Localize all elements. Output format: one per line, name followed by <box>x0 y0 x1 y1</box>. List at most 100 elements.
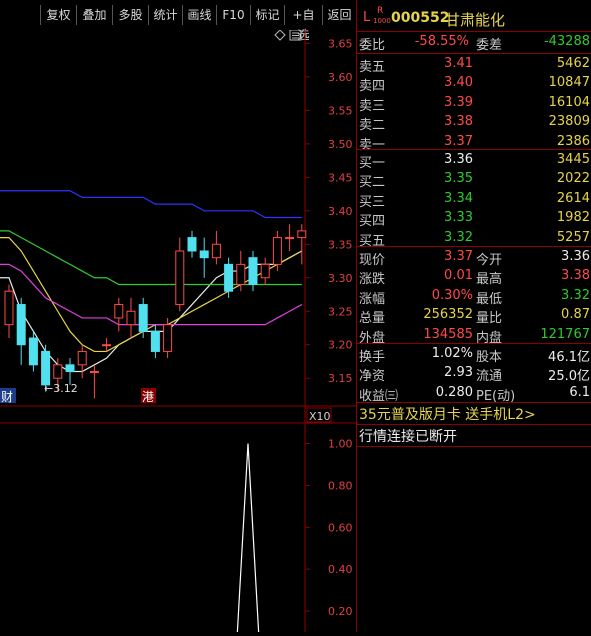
kline-chart[interactable]: 3.65 3.60 3.55 3.50 3.45 3.40 3.35 3.30 3.25 3.20… <box>0 29 357 636</box>
candle <box>150 324 160 359</box>
candle <box>272 230 282 272</box>
price-tick-label: 3.30 <box>328 272 353 285</box>
candle-body <box>236 263 246 285</box>
candle <box>138 297 148 339</box>
diamond-icon[interactable] <box>274 29 286 41</box>
candle-body <box>150 330 160 352</box>
quote-value: 121767 <box>540 326 590 342</box>
price-tick-label: 3.40 <box>328 205 353 218</box>
menu-icon[interactable] <box>289 29 302 41</box>
promo-banner[interactable]: 35元普及版月卡 送手机L2> <box>357 403 591 423</box>
bid-volume: 1982 <box>556 210 590 226</box>
order-diff-label: 委差 <box>476 38 503 53</box>
candle <box>236 250 246 292</box>
candle <box>126 297 136 339</box>
price-tick-label: 3.15 <box>328 372 353 385</box>
ask-label: 卖四 <box>359 79 386 95</box>
price-tick-label: 3.55 <box>328 104 353 117</box>
quote-value: 3.36 <box>561 249 590 264</box>
kline-chart-area[interactable]: 3.65 3.60 3.55 3.50 3.45 3.40 3.35 3.30 3.25 3.20… <box>0 29 357 636</box>
price-axis: 3.65 3.60 3.55 3.50 3.45 3.40 3.35 3.30 3.25 3.20… <box>305 37 353 385</box>
candle <box>211 230 221 265</box>
toolbar-button-mark[interactable]: 标记 <box>250 5 284 25</box>
candle <box>65 358 75 385</box>
toolbar-button-back[interactable]: 返回 <box>322 5 356 25</box>
toolbar-button-overlay[interactable]: 叠加 <box>76 5 112 25</box>
indicator-tick-label: 0.20 <box>328 605 353 618</box>
ask-volume: 5462 <box>556 56 590 71</box>
candle-body <box>65 364 75 373</box>
quote-label: 最低 <box>476 291 503 307</box>
ask-label: 卖五 <box>359 60 386 75</box>
ask-row[interactable]: 卖四 3.40 10847 <box>357 73 591 95</box>
candle <box>16 297 26 365</box>
candle-body <box>248 257 258 285</box>
candle-body <box>163 324 173 352</box>
candle-body <box>41 350 51 386</box>
bid-volume: 3445 <box>556 152 590 167</box>
candle-body <box>199 250 209 259</box>
fund-label: 净资 <box>359 369 386 385</box>
quote-label: 量比 <box>476 311 503 327</box>
indicator-tick-label: 0.60 <box>328 521 353 534</box>
chart-toolbar: 复权 叠加 多股 统计 画线 F10 标记 +自选 返回 <box>0 0 357 42</box>
bid-volume: 2022 <box>556 171 590 187</box>
stock-prefix-r: R <box>377 6 384 16</box>
stock-name: 甘肃能化 <box>445 11 506 29</box>
quote-value: 0.01 <box>444 268 473 284</box>
ask-label: 卖二 <box>359 118 386 134</box>
ma-line-blue <box>0 190 302 219</box>
toolbar-button-multi-stock[interactable]: 多股 <box>112 5 148 25</box>
fund-label: 换手 <box>359 350 386 365</box>
bid-price: 3.35 <box>444 171 473 187</box>
candle-body <box>77 350 87 366</box>
candle <box>163 317 173 359</box>
bid-row[interactable]: 买四 3.33 1982 <box>357 208 591 229</box>
candle-body <box>16 304 26 346</box>
candle <box>260 257 270 285</box>
fin-tag[interactable]: 财 <box>1 390 13 404</box>
ask-volume: 2386 <box>556 133 590 149</box>
candle-body <box>138 304 148 332</box>
quote-value: 0.30% <box>431 287 473 303</box>
ask-row[interactable]: 卖二 3.38 23809 <box>357 112 591 134</box>
candle-body <box>297 230 307 239</box>
candle <box>199 237 209 278</box>
price-tick-label: 3.45 <box>328 171 353 184</box>
toolbar-button-draw-line[interactable]: 画线 <box>182 5 216 25</box>
ask-price: 3.40 <box>444 75 473 91</box>
indicator-panel: 1.00 0.80 0.60 0.40 0.20 <box>236 437 353 636</box>
zoom-label[interactable]: X10 <box>309 410 331 423</box>
quote-value: 134585 <box>423 326 473 342</box>
toolbar-button-f10[interactable]: F10 <box>216 5 250 25</box>
bid-price: 3.34 <box>444 190 473 206</box>
fund-value: 46.1亿 <box>548 350 590 365</box>
stock-code: 000552 <box>391 10 450 26</box>
bid-label: 买二 <box>359 175 386 191</box>
bid-row[interactable]: 买一 3.36 3445 <box>357 150 591 171</box>
indicator-line <box>236 443 260 636</box>
bid-row[interactable]: 买三 3.34 2614 <box>357 189 591 210</box>
ask-label: 卖三 <box>359 98 386 114</box>
ask-row[interactable]: 卖五 3.41 5462 <box>357 54 591 75</box>
toolbar-button-statistics[interactable]: 统计 <box>148 5 182 25</box>
gang-tag[interactable]: 港 <box>142 390 154 404</box>
bid-row[interactable]: 买五 3.32 5257 <box>357 228 591 249</box>
quote-row: 总量 256352 量比 0.87 <box>357 305 591 327</box>
candle <box>224 257 234 298</box>
toolbar-button-restore-rights[interactable]: 复权 <box>40 5 76 25</box>
candle-body <box>224 263 234 292</box>
bid-label: 买三 <box>359 194 386 210</box>
ask-price: 3.41 <box>444 56 473 71</box>
stock-header: L R 1000 000552 甘肃能化 <box>357 6 591 31</box>
fund-label: 股本 <box>476 350 503 365</box>
divider <box>357 446 591 447</box>
toolbar-button-add-watchlist[interactable]: +自选 <box>284 5 322 42</box>
fund-row: 换手 1.02% 股本 46.1亿 <box>357 344 591 365</box>
price-tick-label: 3.20 <box>328 339 353 352</box>
stock-prefix-l: L <box>363 10 371 25</box>
bid-row[interactable]: 买二 3.35 2022 <box>357 169 591 191</box>
ask-row[interactable]: 卖三 3.39 16104 <box>357 93 591 114</box>
candle-body <box>175 250 185 306</box>
promo-link[interactable]: 35元普及版月卡 送手机L2> <box>359 404 536 424</box>
